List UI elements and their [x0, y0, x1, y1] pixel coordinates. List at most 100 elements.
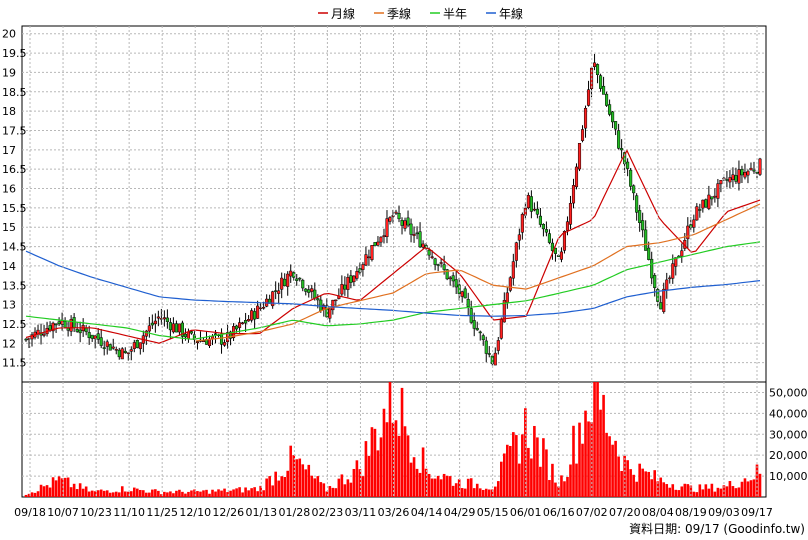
volume-bar [90, 490, 94, 497]
volume-bar [599, 409, 602, 497]
candle-body [740, 169, 744, 176]
candle-body [409, 223, 413, 235]
volume-bar [223, 488, 226, 497]
candle-body [484, 340, 488, 354]
volume-bar [647, 471, 650, 497]
candle-body [120, 348, 124, 360]
candle-body [87, 332, 91, 339]
volume-bar [454, 483, 458, 497]
volume-bar [635, 481, 638, 497]
volume-bar [48, 487, 52, 497]
volume-bar [650, 479, 654, 497]
volume-bar [638, 463, 641, 497]
candle-body [403, 220, 407, 229]
candle-body [138, 342, 142, 350]
candle-body [737, 169, 741, 184]
candle-body [156, 316, 160, 319]
candle-body [316, 298, 320, 301]
volume-bar [81, 488, 85, 497]
candle-body [505, 292, 509, 303]
volume-bar [499, 461, 503, 497]
volume-bar [154, 489, 157, 497]
volume-bar [412, 457, 416, 497]
volume-bar [701, 489, 705, 497]
candle-body [241, 322, 245, 324]
candle-body [364, 254, 368, 266]
volume-bar [566, 476, 569, 497]
candle-body [186, 331, 190, 340]
candle-body [704, 199, 708, 208]
candle-body [698, 209, 702, 211]
price-y-tick-label: 20 [2, 28, 16, 41]
volume-bar [743, 478, 747, 497]
volume-bar [394, 420, 398, 497]
candle-body [487, 353, 491, 355]
volume-bar [184, 493, 187, 497]
candle-body [526, 195, 530, 208]
volume-bar [620, 470, 623, 497]
x-tick-label: 10/23 [80, 506, 112, 519]
price-y-tick-label: 17.5 [2, 124, 27, 137]
candle-body [752, 169, 756, 172]
volume-bar [66, 477, 70, 497]
candle-body [283, 278, 287, 287]
candle-body [162, 317, 166, 320]
volume-bar [129, 491, 133, 497]
candle-body [571, 185, 576, 204]
candle-body [361, 264, 365, 270]
candle-body [250, 310, 254, 321]
volume-bar [578, 422, 581, 497]
candle-body [719, 180, 723, 185]
volume-bar [199, 491, 202, 497]
volume-bar [602, 394, 605, 497]
candle-body [710, 196, 714, 200]
candle-body [608, 104, 612, 115]
price-y-tick-label: 18.5 [2, 86, 27, 99]
volume-bar [749, 480, 753, 497]
price-panel: 11.5 12 12.5 13 13.5 14 14.5 15 15.5 16 16.5 17 17.5… [2, 25, 767, 383]
candle-body [725, 179, 729, 181]
candle-body [201, 340, 206, 342]
volume-bar [593, 382, 596, 497]
volume-bar [208, 493, 211, 497]
candle-body [105, 341, 109, 347]
candle-body [614, 121, 618, 130]
candle-body [406, 217, 410, 226]
volume-y-tick-label: 20,000 [769, 449, 808, 462]
volume-bar [680, 486, 684, 497]
candle-body [174, 323, 178, 333]
legend-entry: 年線 [499, 6, 523, 21]
candle-body [132, 342, 136, 349]
candle-body [562, 230, 567, 251]
volume-bar [430, 478, 434, 497]
candle-body [147, 325, 151, 332]
volume-bar [388, 382, 392, 497]
candle-body [451, 275, 455, 282]
volume-bar [211, 489, 214, 497]
candle-body [72, 317, 76, 329]
candle-body [298, 277, 302, 280]
candle-body [662, 288, 666, 312]
candle-body [734, 175, 738, 182]
price-y-tick-label: 11.5 [2, 357, 27, 370]
volume-bar [448, 476, 452, 497]
volume-bar [563, 481, 566, 497]
volume-bar [608, 436, 611, 497]
candle-body [343, 284, 347, 290]
candle-body [644, 229, 648, 251]
candle-body [538, 215, 542, 225]
candle-body [617, 130, 621, 149]
volume-bar [533, 425, 536, 497]
candle-body [605, 93, 609, 106]
volume-bar [406, 435, 410, 497]
volume-bar [256, 491, 259, 497]
volume-bar [280, 476, 283, 497]
volume-bar [710, 483, 714, 497]
volume-bar [205, 489, 208, 497]
volume-bar [542, 438, 545, 497]
candle-body [334, 299, 338, 302]
chart-legend: 月線 季線 半年 年線 [318, 6, 523, 21]
candle-body [448, 277, 452, 280]
candle-body [463, 288, 467, 299]
candle-body [635, 195, 639, 213]
